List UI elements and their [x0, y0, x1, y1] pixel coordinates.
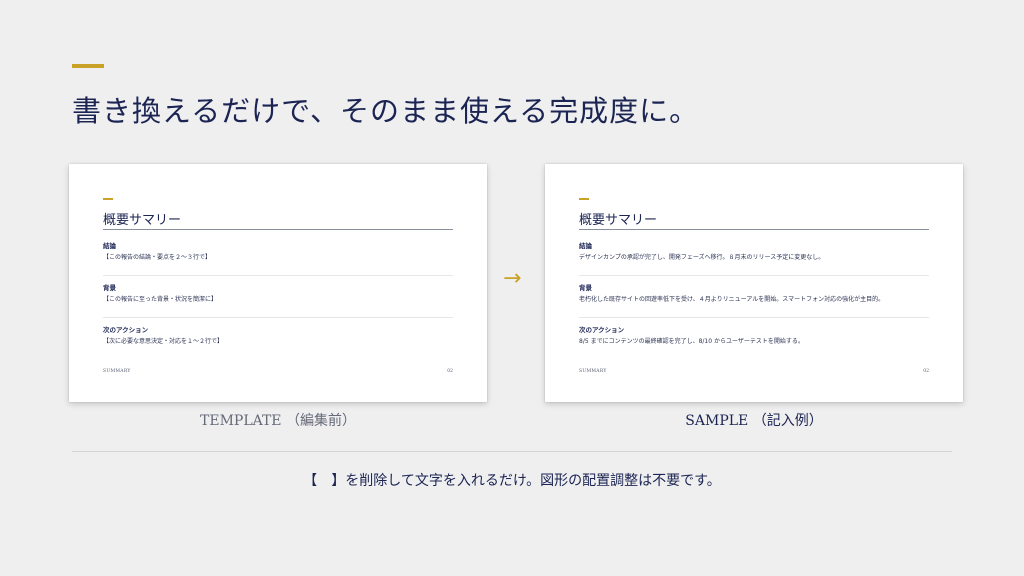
section-heading-conclusion: 結論 — [579, 242, 592, 250]
slide-footer-label: SUMMARY — [103, 369, 131, 374]
template-caption: TEMPLATE （編集前） — [200, 413, 356, 429]
slide-accent-bar — [579, 198, 589, 200]
section-heading-next-action: 次のアクション — [103, 326, 149, 334]
slide-page-number: 02 — [923, 369, 929, 374]
slide-title-rule — [579, 229, 929, 230]
slide-accent-bar — [103, 198, 113, 200]
footer-divider — [72, 451, 952, 452]
slide-footer-label: SUMMARY — [579, 369, 607, 374]
sample-slide-preview[interactable]: 概要サマリー 結論 デザインカンプの承認が完了し、開発フェーズへ移行。８月末のリ… — [545, 164, 963, 402]
slide-title: 概要サマリー — [579, 213, 658, 228]
section-body-conclusion: デザインカンプの承認が完了し、開発フェーズへ移行。８月末のリリース予定に変更なし… — [579, 254, 825, 261]
section-body-background: 【この報告に至った背景・状況を簡潔に】 — [103, 296, 218, 303]
section-divider — [579, 275, 929, 276]
slide-title: 概要サマリー — [103, 213, 182, 228]
sample-caption: SAMPLE （記入例） — [685, 413, 823, 429]
arrow-right-icon: → — [503, 266, 522, 291]
section-heading-background: 背景 — [579, 284, 592, 292]
instruction-note: 【 】を削除して文字を入れるだけ。図形の配置調整は不要です。 — [303, 473, 721, 489]
page-headline: 書き換えるだけで、そのまま使える完成度に。 — [72, 94, 700, 128]
section-divider — [103, 275, 453, 276]
section-divider — [579, 317, 929, 318]
section-heading-background: 背景 — [103, 284, 116, 292]
slide-title-rule — [103, 229, 453, 230]
template-slide-preview[interactable]: 概要サマリー 結論 【この報告の結論・要点を２〜３行で】 背景 【この報告に至っ… — [69, 164, 487, 402]
section-body-background: 老朽化した既存サイトの回遊率低下を受け、４月よりリニューアルを開始。スマートフォ… — [579, 296, 885, 303]
section-body-next-action: 8/5 までにコンテンツの最終確認を完了し、8/10 からユーザーテストを開始す… — [579, 338, 804, 345]
section-body-conclusion: 【この報告の結論・要点を２〜３行で】 — [103, 254, 212, 261]
section-divider — [103, 317, 453, 318]
slide-page-number: 02 — [447, 369, 453, 374]
section-heading-next-action: 次のアクション — [579, 326, 625, 334]
headline-accent-bar — [72, 64, 104, 68]
section-body-next-action: 【次に必要な意思決定・対応を１〜２行で】 — [103, 338, 224, 345]
section-heading-conclusion: 結論 — [103, 242, 116, 250]
